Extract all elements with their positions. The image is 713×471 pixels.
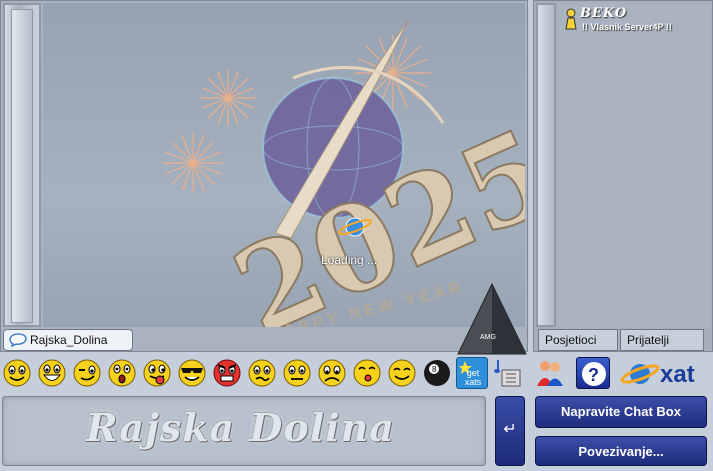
smiley-cool-icon[interactable] xyxy=(175,357,209,389)
eight-ball-icon[interactable]: 8 xyxy=(420,357,454,389)
tab-visitors[interactable]: Posjetioci xyxy=(538,329,618,351)
smiley-smile-icon[interactable] xyxy=(0,357,34,389)
smiley-red-smile-icon[interactable] xyxy=(385,357,419,389)
chat-background: 2025 HAPPY NEW YEAR Loading ... xyxy=(43,3,525,327)
music-icon[interactable] xyxy=(492,357,526,389)
smiley-eek-icon[interactable] xyxy=(105,357,139,389)
smiley-confused-icon[interactable] xyxy=(245,357,279,389)
xat-chat-app: 2025 HAPPY NEW YEAR Loading ... Rajska_D… xyxy=(0,0,713,471)
help-button[interactable]: ? xyxy=(576,357,610,389)
smiley-mad-icon[interactable] xyxy=(210,357,244,389)
get-xats-button[interactable]: get xats xyxy=(456,357,488,389)
user-list: BEKO !! Vlasnik Server4P !! xyxy=(558,3,710,327)
chat-scrollbar[interactable] xyxy=(3,3,41,327)
user-name: BEKO xyxy=(580,6,628,21)
message-input-area[interactable]: Rajska Dolina xyxy=(2,396,486,466)
xat-logo-text: xat xyxy=(660,361,695,388)
smiley-bar: 8 get xats ? xat xyxy=(0,357,713,391)
speech-bubble-icon xyxy=(9,333,27,347)
loading-text: Loading ... xyxy=(321,253,378,267)
svg-text:8: 8 xyxy=(432,365,437,374)
tab-friends[interactable]: Prijatelji xyxy=(620,329,704,351)
amg-label: AMG xyxy=(480,334,496,341)
owner-rank-icon xyxy=(565,8,577,30)
user-list-scrollbar[interactable] xyxy=(536,3,556,327)
group-name-tab[interactable]: Rajska_Dolina xyxy=(3,329,133,351)
connect-button[interactable]: Povezivanje... xyxy=(535,436,707,466)
smiley-wink-icon[interactable] xyxy=(70,357,104,389)
question-icon: ? xyxy=(582,362,606,386)
user-status: !! Vlasnik Server4P !! xyxy=(582,22,672,32)
smiley-kiss-icon[interactable] xyxy=(350,357,384,389)
chat-panel: 2025 HAPPY NEW YEAR Loading ... Rajska_D… xyxy=(0,0,528,352)
amg-badge: AMG xyxy=(456,282,528,356)
chat-scroll-thumb[interactable] xyxy=(11,9,33,323)
smiley-biggrin-icon[interactable] xyxy=(35,357,69,389)
user-list-panel: BEKO !! Vlasnik Server4P !! Posjetioci P… xyxy=(533,0,713,352)
make-chat-box-button[interactable]: Napravite Chat Box xyxy=(535,396,707,428)
chat-title-image: Rajska Dolina xyxy=(86,405,395,450)
xat-planet-icon xyxy=(620,364,660,384)
smiley-sad-icon[interactable] xyxy=(315,357,349,389)
svg-text:?: ? xyxy=(588,365,599,385)
smiley-frown-icon[interactable] xyxy=(280,357,314,389)
new-year-banner-art: 2025 HAPPY NEW YEAR xyxy=(163,20,525,327)
send-button[interactable]: ↵ xyxy=(495,396,525,466)
group-name: Rajska_Dolina xyxy=(30,333,108,347)
friends-icon[interactable] xyxy=(533,357,567,389)
get-xats-label: get xats xyxy=(464,368,482,387)
xat-logo[interactable]: xat xyxy=(620,359,708,389)
smiley-tongue-icon[interactable] xyxy=(140,357,174,389)
pyramid-icon xyxy=(457,282,527,355)
